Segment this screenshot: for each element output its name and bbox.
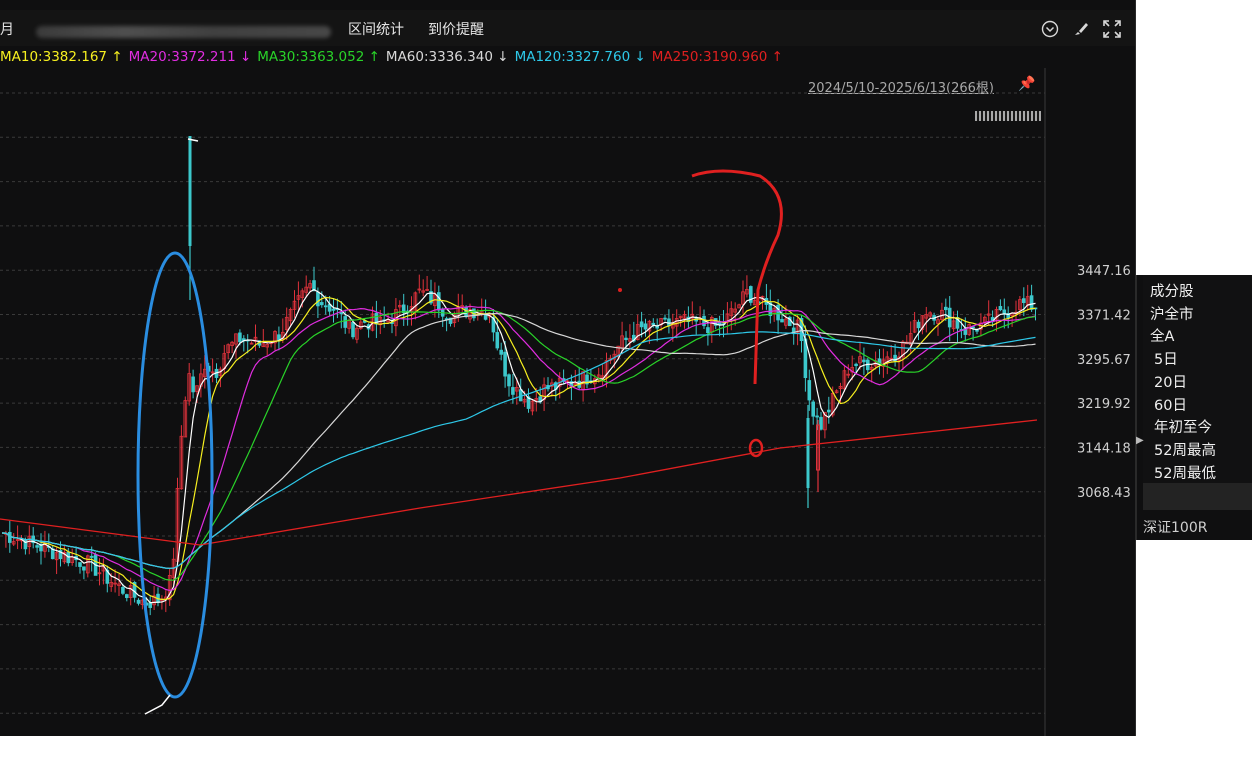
candle-body [339,312,344,315]
ma250-line [0,419,1038,546]
ma60-line [1,312,1036,569]
collapse-arrow-icon[interactable]: ▶ [1136,435,1144,446]
candle-body [238,332,242,343]
ma120-line [1,331,1036,569]
low-marker-arrow [144,694,171,715]
candle-body [148,602,153,608]
candle-body [511,387,515,395]
y-tick-label: 3371.42 [1077,308,1131,323]
candle-body [916,321,921,329]
candle-body [191,376,195,393]
side-panel-item[interactable]: 52周最低 [1154,462,1216,483]
candle-body [667,318,671,327]
candle-body [331,308,336,311]
candle-body [121,587,125,594]
candle-body [351,321,355,338]
side-panel-item[interactable]: 成分股 [1150,280,1194,301]
candle-body [507,374,511,387]
side-panel-item[interactable]: 年初至今 [1154,416,1212,437]
candle-body [975,329,979,332]
candle-body [643,323,648,330]
side-panel: 成分股 沪全市 全A 5日 20日 60日 年初至今 52周最高 52周最低 [1143,275,1252,483]
candle-body [663,317,667,320]
candle-body [78,562,82,567]
right-blank-area [1136,0,1252,275]
candle-body [639,321,644,328]
candle-body [807,380,812,401]
side-panel-item[interactable]: 60日 [1154,394,1187,415]
candle-body [854,363,858,367]
candle-body [323,305,328,308]
candle-body [819,416,823,430]
side-panel-item[interactable]: 52周最高 [1154,439,1216,460]
candle-body [706,327,710,334]
candle-body [717,322,722,325]
candle-body [495,332,500,349]
candle-body [998,306,1003,311]
candle-body [503,351,507,377]
y-tick-label: 3219.92 [1077,397,1131,412]
candle-body [343,316,347,328]
candle-body [651,322,656,326]
candle-body [806,418,810,488]
blue-ellipse-annotation [136,251,214,699]
candle-body [815,415,819,418]
right-blank-area-lower [1136,540,1252,766]
candle-body [319,302,324,306]
side-panel-item[interactable]: 全A [1150,325,1174,346]
kline-chart[interactable]: 3447.16 3371.42 3295.67 3219.92 3144.18 3068.… [0,0,1135,736]
candle-body [1022,298,1026,304]
side-bottom-label[interactable]: 深证100R [1143,517,1207,537]
ma10-line [1,296,1036,601]
candle-body [518,389,523,402]
candle-body [811,401,815,417]
candle-body [1029,295,1034,310]
side-panel-item[interactable]: 20日 [1154,371,1187,392]
red-circle-annotation [748,438,764,458]
candle-body [436,292,441,311]
candle-body [316,291,320,307]
candle-body [624,337,628,341]
candle-body [188,136,192,246]
bottom-blank-strip [0,736,1252,766]
candle-body [125,594,129,598]
side-panel-item[interactable]: 沪全市 [1150,303,1194,324]
red-dot-annotation [618,288,622,292]
candle-body [827,409,831,413]
candle-body [944,306,948,311]
ma20-line [1,305,1036,592]
candle-body [23,539,28,550]
y-tick-label: 3144.18 [1077,442,1131,457]
candle-body [82,566,86,571]
y-tick-label: 3447.16 [1077,264,1131,279]
candle-body [7,531,12,543]
y-tick-label: 3295.67 [1077,353,1131,368]
candle-body [89,555,94,558]
candle-body [780,318,784,323]
candle-body [862,359,866,363]
side-panel-footer [1143,483,1252,510]
side-panel-item[interactable]: 5日 [1154,348,1178,369]
chart-app: 月 区间统计 到价提醒 MA10:3382.167 ↑ MA20:3372.211… [0,0,1252,766]
candle-body [136,599,141,604]
candle-body [35,545,39,548]
ma5-line [1,288,1036,604]
y-tick-label: 3068.43 [1077,486,1131,501]
candle-body [499,349,503,355]
